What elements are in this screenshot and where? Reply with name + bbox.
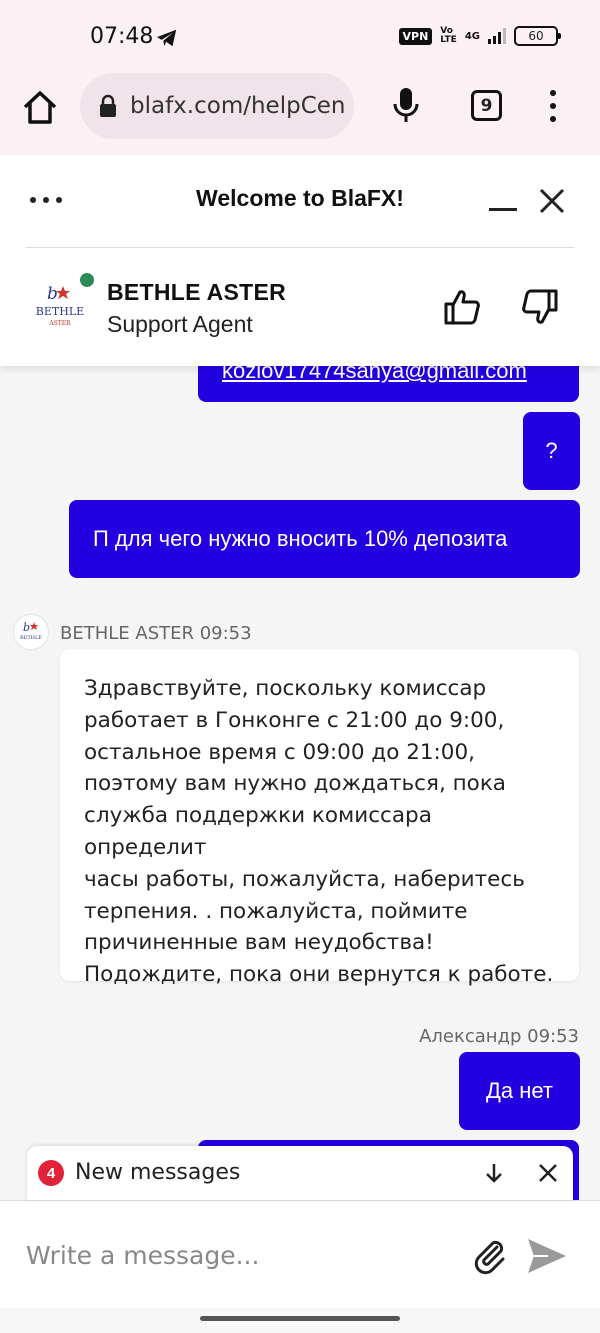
chat-messages: koziov17474sanya@gmail.com ? П для чего … — [0, 366, 600, 1200]
email-link[interactable]: koziov17474sanya@gmail.com — [222, 366, 527, 384]
message-bubble-incoming: Здравствуйте, поскольку комиссар работае… — [60, 649, 579, 987]
system-nav-bar — [0, 1308, 600, 1333]
volte-icon: Vo LTE — [440, 26, 457, 45]
agent-role: Support Agent — [107, 311, 253, 337]
new-messages-count-badge: 4 — [38, 1160, 64, 1186]
message-line: Здравствуйте, поскольку комиссар — [84, 676, 487, 701]
message-line: часы работы, пожалуйста, наберитесь — [84, 866, 525, 892]
arrow-down-icon[interactable] — [484, 1162, 504, 1184]
message-bubble-outgoing: koziov17474sanya@gmail.com — [198, 366, 579, 402]
paperclip-icon[interactable] — [470, 1235, 510, 1275]
message-bubble-outgoing: Да нет — [459, 1052, 580, 1130]
url-text: blafx.com/helpCen — [130, 93, 346, 119]
message-line: поэтому вам нужно дождаться, пока — [84, 771, 506, 797]
minimize-icon[interactable] — [489, 191, 519, 211]
browser-toolbar: blafx.com/helpCen 9 — [0, 70, 600, 154]
message-composer — [0, 1200, 600, 1308]
message-line: терпения. . пожалуйста, поймите — [84, 898, 468, 924]
svg-text:b: b — [47, 284, 58, 304]
agent-logo: b BETHLE ASTER — [36, 284, 84, 327]
lock-icon — [100, 94, 116, 117]
message-line: Подождите, пока они вернутся к работе. — [84, 962, 554, 988]
tabs-button[interactable]: 9 — [471, 90, 502, 121]
agent-name: BETHLE ASTER — [107, 279, 287, 305]
message-line: служба поддержки комиссара определит — [84, 803, 432, 860]
message-meta: Александр 09:53 — [419, 1026, 579, 1047]
close-icon[interactable] — [538, 1163, 558, 1183]
svg-text:BETHLE: BETHLE — [36, 305, 84, 318]
svg-text:ASTER: ASTER — [48, 320, 71, 327]
message-line: остальное время с 09:00 до 21:00, — [84, 739, 475, 765]
online-status-dot — [80, 273, 94, 287]
status-icons: VPN Vo LTE 4G 60 — [398, 26, 561, 46]
message-bubble-outgoing: П для чего нужно вносить 10% депозита — [69, 500, 580, 578]
home-icon[interactable] — [20, 88, 60, 128]
agent-avatar: b BETHLE — [14, 615, 48, 649]
new-messages-bar[interactable]: 4 New messages — [27, 1146, 573, 1200]
svg-text:b: b — [23, 621, 30, 634]
message-line: причиненные вам неудобства! — [84, 930, 434, 956]
overflow-menu-icon[interactable] — [541, 90, 565, 122]
telegram-icon — [156, 29, 177, 47]
svg-text:BETHLE: BETHLE — [20, 635, 42, 641]
header-divider — [26, 247, 574, 248]
vpn-badge: VPN — [398, 27, 433, 45]
chat-widget-header: Welcome to BlaFX! b BETHLE ASTER BETHLE … — [0, 154, 600, 366]
gesture-handle[interactable] — [200, 1316, 400, 1321]
thumbs-up-icon[interactable] — [443, 288, 481, 326]
message-input[interactable] — [26, 1235, 446, 1275]
new-messages-label: New messages — [75, 1160, 241, 1185]
message-meta: BETHLE ASTER 09:53 — [60, 623, 252, 644]
thumbs-down-icon[interactable] — [521, 288, 559, 326]
network-type: 4G — [464, 30, 480, 42]
address-bar[interactable]: blafx.com/helpCen — [80, 73, 354, 139]
signal-icon — [488, 28, 506, 44]
message-line: работает в Гонконге с 21:00 до 9:00, — [84, 707, 505, 733]
battery-icon: 60 — [514, 26, 561, 46]
microphone-icon[interactable] — [392, 86, 420, 126]
status-bar: 07:48 VPN Vo LTE 4G 60 — [0, 0, 600, 70]
send-icon[interactable] — [526, 1237, 568, 1275]
status-time: 07:48 — [90, 24, 154, 49]
message-bubble-outgoing: ? — [523, 412, 580, 490]
close-icon[interactable] — [538, 187, 566, 215]
